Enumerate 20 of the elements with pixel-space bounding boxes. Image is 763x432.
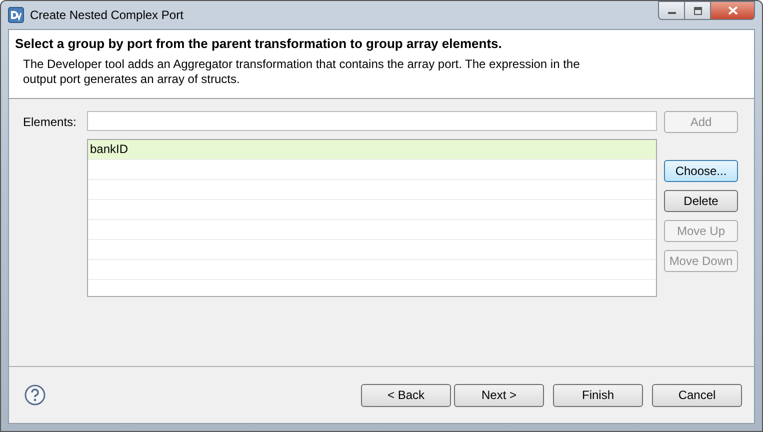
elements-field[interactable] xyxy=(87,111,657,131)
maximize-button[interactable] xyxy=(684,1,711,20)
close-button[interactable] xyxy=(710,1,755,20)
list-item[interactable]: bankID xyxy=(88,140,656,160)
side-button[interactable]: Delete xyxy=(664,190,738,212)
minimize-button[interactable] xyxy=(658,1,685,20)
wizard-button[interactable]: Cancel xyxy=(652,384,742,406)
close-icon xyxy=(728,6,738,15)
app-icon xyxy=(8,7,24,23)
window-title: Create Nested Complex Port xyxy=(30,8,184,22)
page-description: The Developer tool adds an Aggregator transformation that contains the array port. The expression in the output port generates an array of structs. xyxy=(22,57,581,87)
wizard-button[interactable]: < Back xyxy=(361,384,451,406)
elements-label: Elements: xyxy=(23,115,78,129)
page-title: Select a group by port from the parent transformation to group array elements. xyxy=(15,36,503,51)
help-icon[interactable] xyxy=(24,384,46,406)
wizard-button[interactable]: Finish xyxy=(553,384,643,406)
elements-list[interactable]: bankID xyxy=(87,139,657,297)
side-button[interactable]: Choose... xyxy=(664,160,738,182)
maximize-icon xyxy=(692,6,702,14)
wizard-button[interactable]: Next > xyxy=(454,384,544,406)
